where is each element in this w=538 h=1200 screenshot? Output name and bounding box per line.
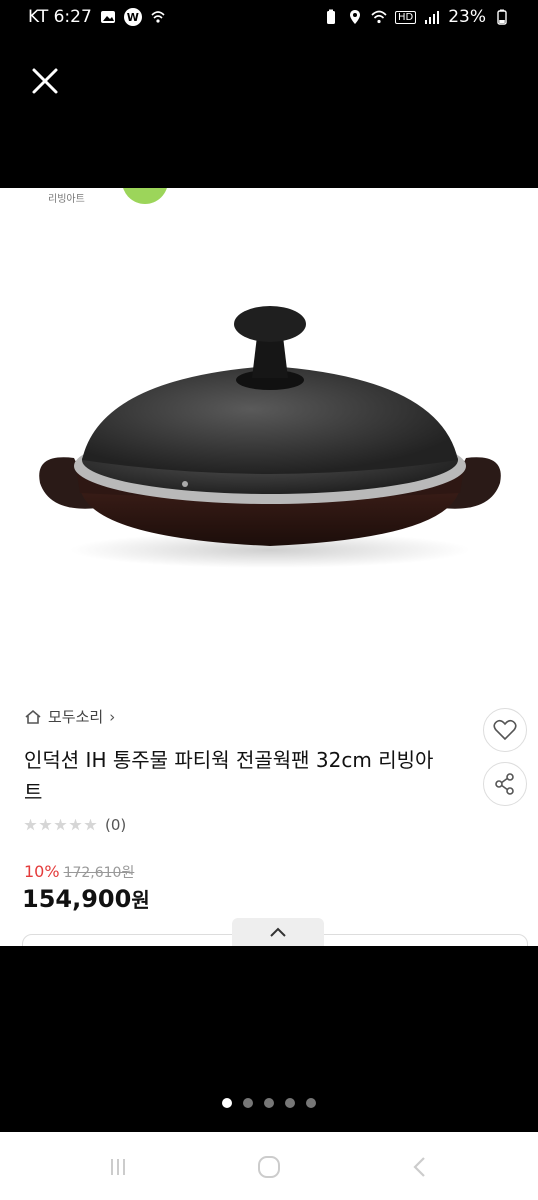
brand-strip: 리빙아트 <box>0 188 538 212</box>
discount-rate: 10% <box>24 862 60 881</box>
close-icon <box>32 68 58 94</box>
status-left: KT 6:27 W <box>28 7 166 27</box>
viewer-bottom-bar <box>0 946 538 1132</box>
product-title: 인덕션 IH 통주물 파티웍 전골웍팬 32cm 리빙아트 <box>24 748 434 804</box>
status-right: HD 23% <box>323 7 510 27</box>
wifi-icon <box>371 10 387 24</box>
sale-price: 154,900원 <box>22 884 150 913</box>
page-indicator <box>0 1098 538 1108</box>
battery-saver-icon <box>326 9 335 24</box>
hd-indicator: HD <box>394 10 417 24</box>
sale-price-number: 154,900 <box>22 885 132 913</box>
page-dot[interactable] <box>222 1098 232 1108</box>
page-dot[interactable] <box>285 1098 295 1108</box>
back-icon <box>413 1157 425 1177</box>
w-notification-icon: W <box>123 8 142 26</box>
recents-button[interactable] <box>98 1152 138 1182</box>
home-nav-button[interactable] <box>249 1152 289 1182</box>
gallery-notification-icon <box>100 11 115 23</box>
star-icon <box>84 818 97 831</box>
rating: (0) <box>24 816 126 834</box>
location-icon <box>349 10 360 24</box>
viewer-top-bar <box>0 34 538 188</box>
close-button[interactable] <box>26 62 64 100</box>
back-button[interactable] <box>400 1152 440 1182</box>
status-bar: KT 6:27 W HD 23% <box>0 0 538 34</box>
star-icon <box>54 818 67 831</box>
discount-row: 10% 172,610원 <box>24 862 134 882</box>
star-icon <box>39 818 52 831</box>
carrier-time: KT 6:27 <box>28 7 92 27</box>
viewed-image[interactable]: 리빙아트 모두소리 › 인덕션 IH 통주물 파티웍 전골웍팬 32cm 리빙아… <box>0 188 538 946</box>
battery-percent: 23% <box>448 7 486 27</box>
like-button[interactable] <box>483 708 527 752</box>
store-name: 모두소리 <box>48 708 104 726</box>
sale-price-unit: 원 <box>131 888 150 912</box>
battery-icon <box>497 9 507 25</box>
product-image <box>39 306 501 568</box>
page-dot[interactable] <box>264 1098 274 1108</box>
star-icon <box>69 818 82 831</box>
wifi-call-icon <box>151 11 165 23</box>
signal-icon <box>425 11 440 24</box>
star-icon <box>24 818 37 831</box>
chevron-up-icon <box>270 927 286 937</box>
star-rating <box>24 818 97 832</box>
page-dot[interactable] <box>306 1098 316 1108</box>
brand-leaf-logo <box>122 188 168 204</box>
share-icon <box>495 773 514 795</box>
system-nav-bar <box>0 1132 538 1200</box>
chevron-right-icon: › <box>109 707 116 726</box>
original-price: 172,610원 <box>63 865 135 881</box>
recents-icon <box>111 1159 125 1175</box>
heart-icon <box>493 719 517 741</box>
brand-logo-text: 리빙아트 <box>48 194 85 205</box>
collapse-button[interactable] <box>232 918 324 946</box>
home-nav-icon <box>258 1156 280 1178</box>
home-icon <box>25 709 41 724</box>
page-dot[interactable] <box>243 1098 253 1108</box>
share-button[interactable] <box>483 762 527 806</box>
store-link[interactable]: 모두소리 › <box>24 706 115 727</box>
review-count: (0) <box>105 816 127 834</box>
